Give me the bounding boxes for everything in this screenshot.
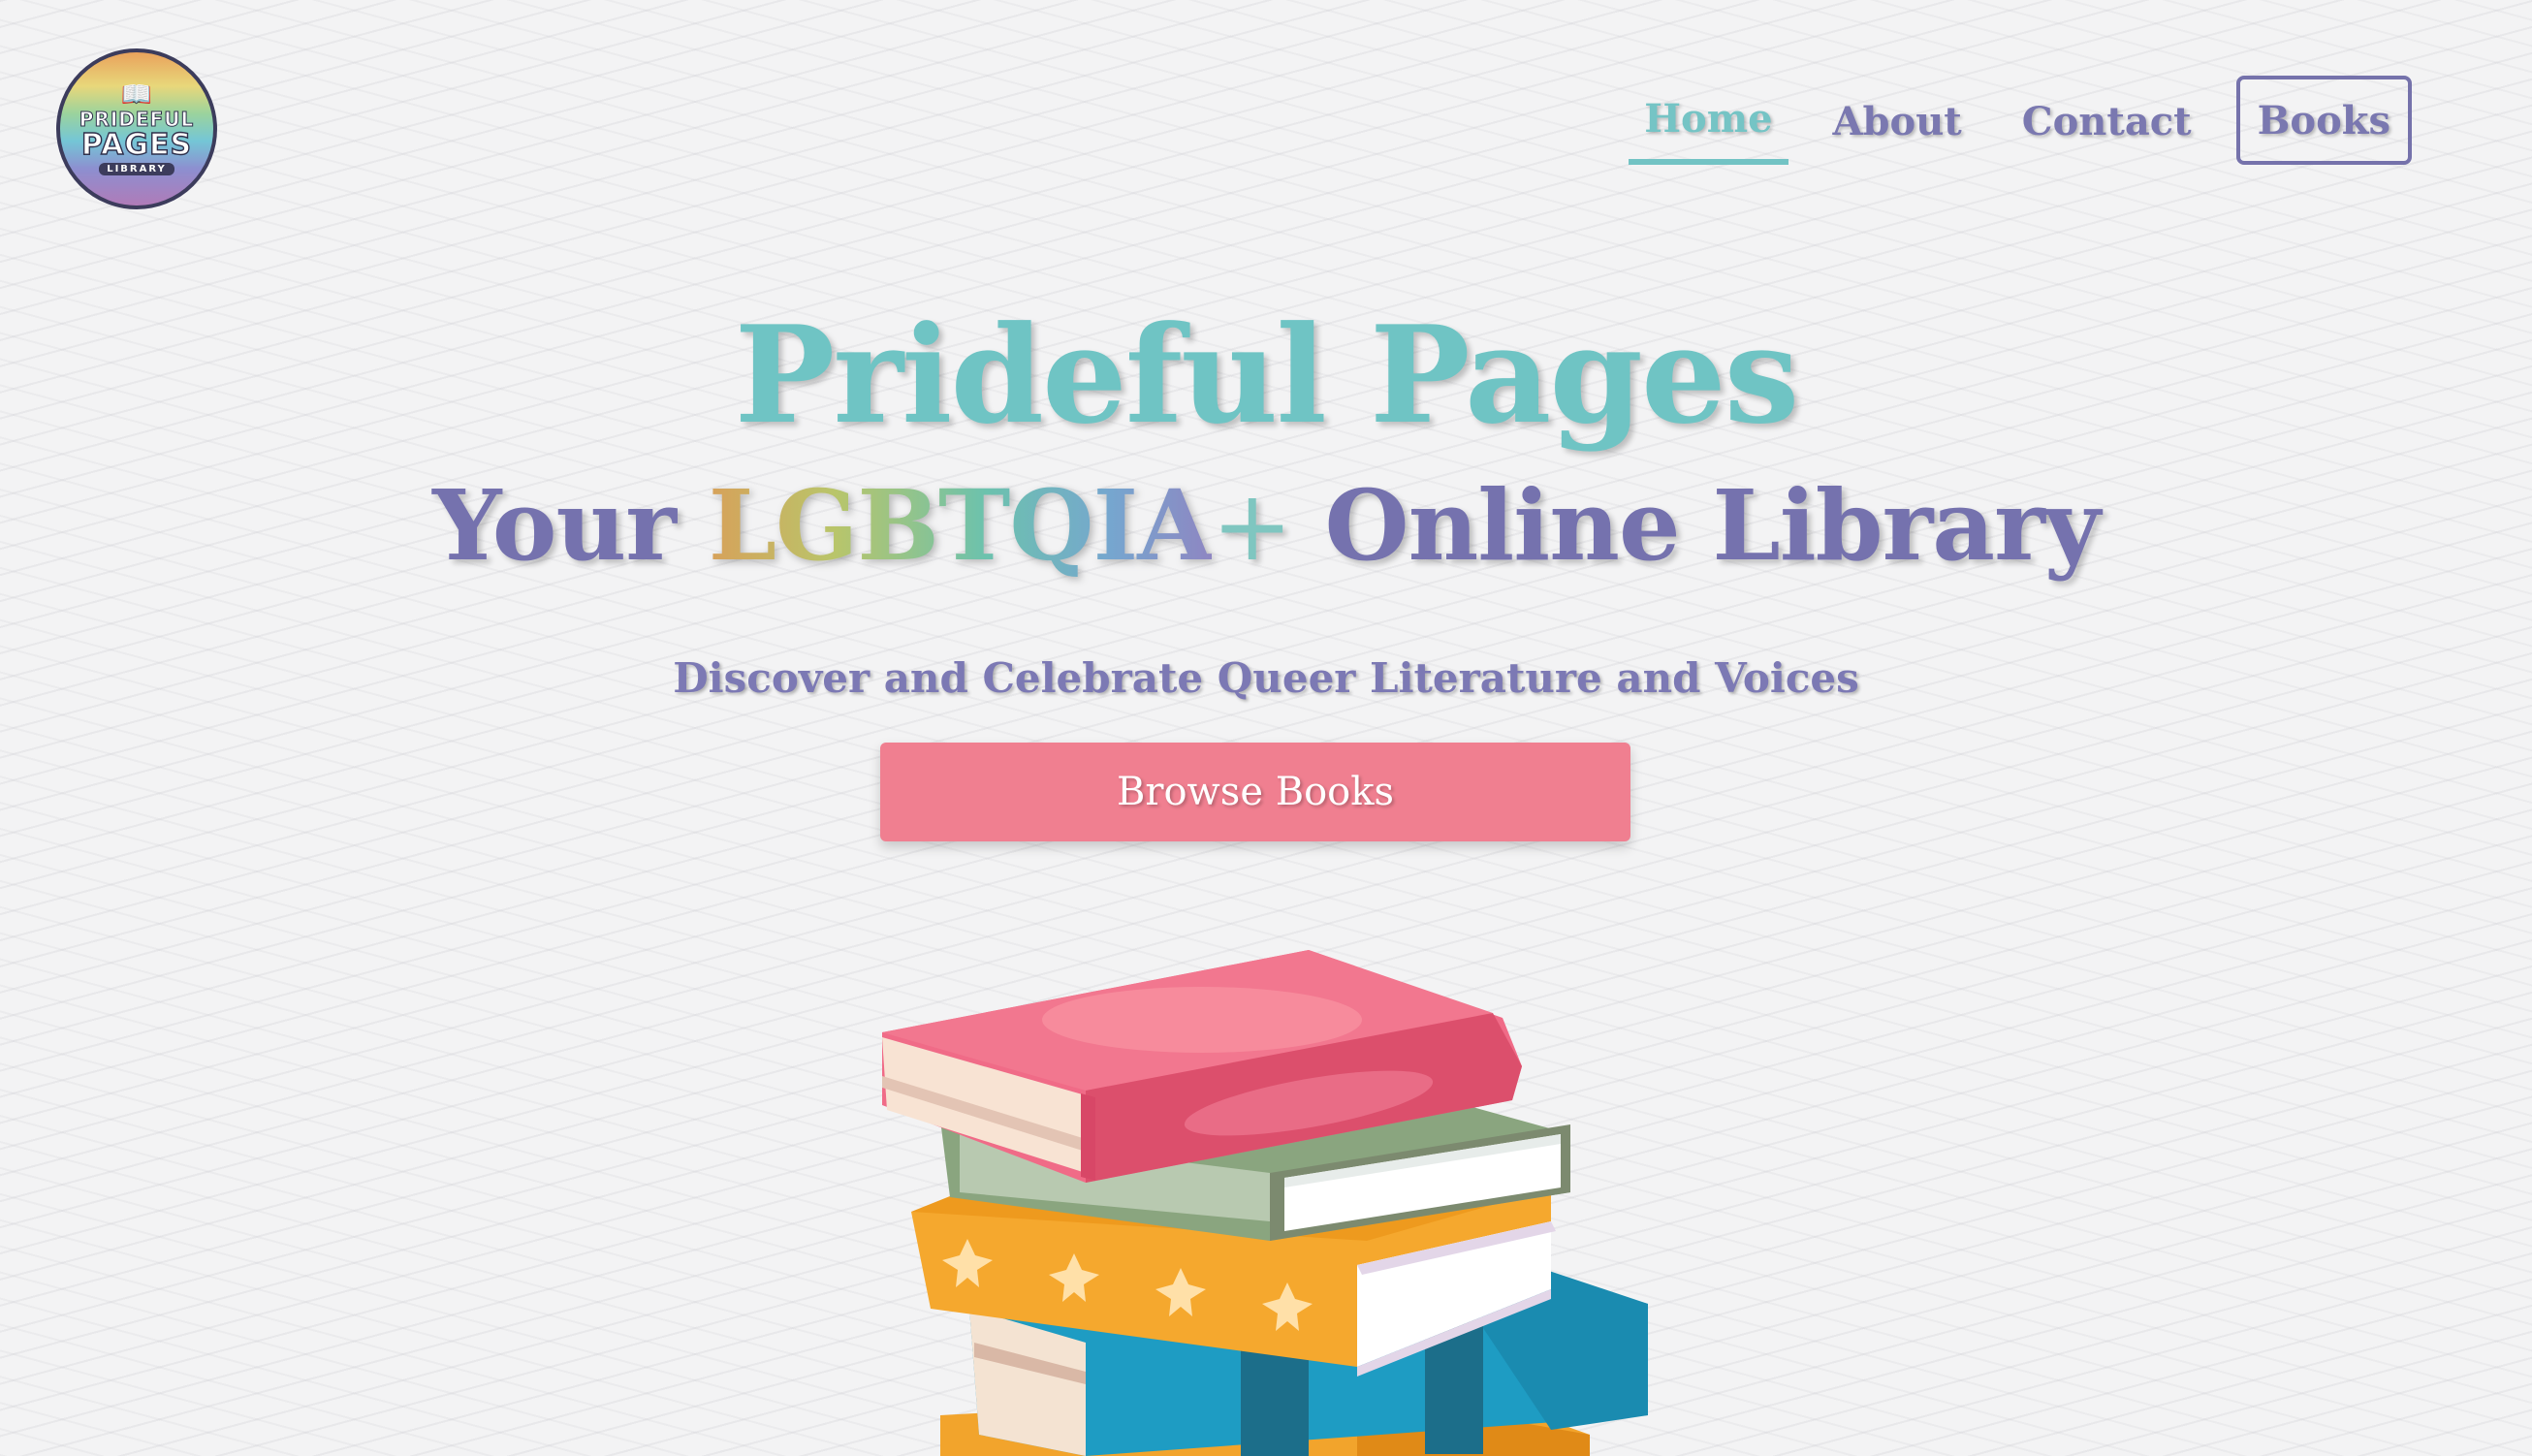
logo-text-top: PRIDEFUL (79, 107, 195, 131)
hero-subtitle-prefix: Your (432, 468, 709, 583)
hero-tagline: Discover and Celebrate Queer Literature … (673, 654, 1859, 702)
hero-subtitle: Your LGBTQIA+ Online Library (0, 477, 2532, 575)
hero-title: Prideful Pages (734, 296, 1800, 454)
open-book-icon: 📖 (120, 79, 153, 110)
main-navigation: Home About Contact Books (1599, 76, 2412, 165)
nav-link-books[interactable]: Books (2235, 76, 2412, 165)
browse-books-button[interactable]: Browse Books (880, 743, 1630, 841)
stack-of-books-icon (882, 950, 1648, 1456)
logo-text-main: PAGES (80, 127, 193, 162)
hero-subtitle-plus: + (1211, 469, 1293, 583)
site-logo[interactable]: 📖 PRIDEFUL PAGES LIBRARY (56, 48, 217, 209)
logo-text-bottom: LIBRARY (99, 163, 174, 176)
hero-subtitle-highlight: LGBTQIA (708, 468, 1213, 583)
nav-link-home[interactable]: Home (1629, 76, 1788, 165)
hero-subtitle-suffix: Online Library (1291, 468, 2100, 583)
nav-link-contact[interactable]: Contact (2007, 76, 2207, 165)
nav-link-about[interactable]: About (1818, 76, 1978, 165)
